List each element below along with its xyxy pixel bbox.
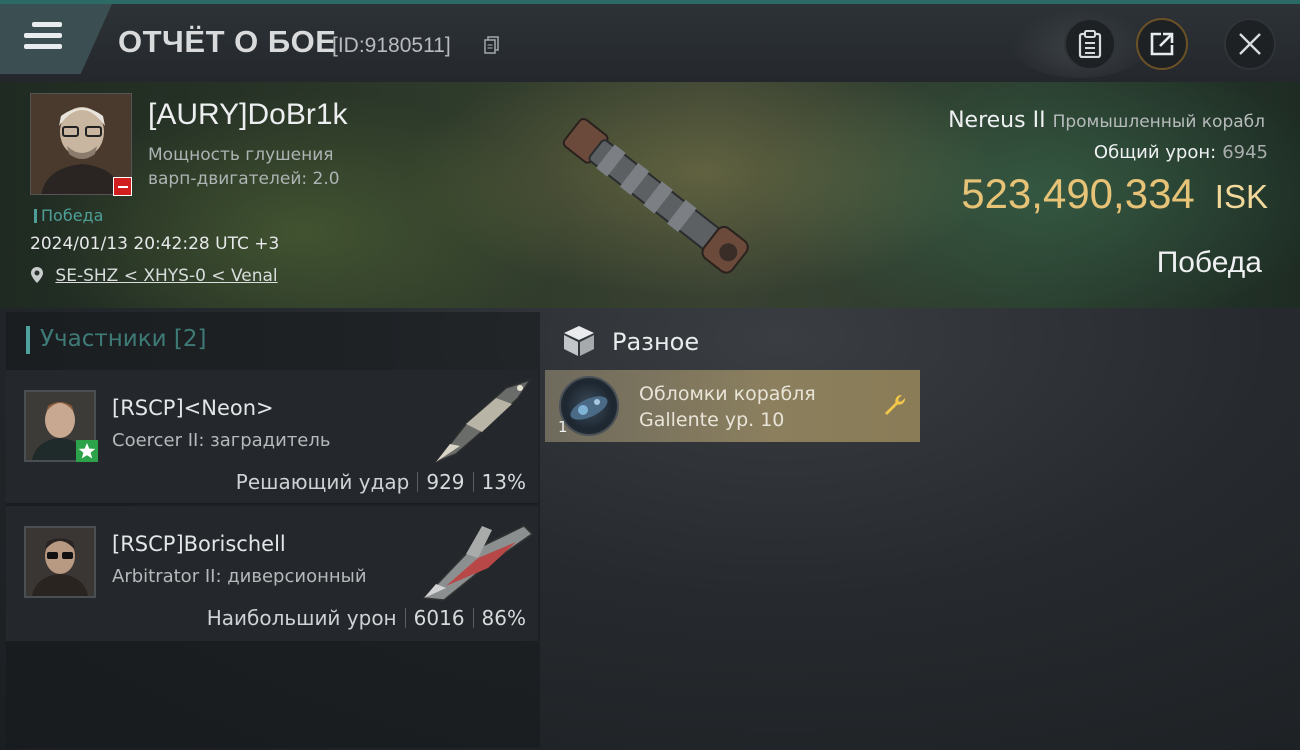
victim-name[interactable]: [AURY]DoBr1k [148,98,348,132]
ship-wreck-thumbnail [559,376,619,436]
isk-unit: ISK [1214,178,1268,215]
clipboard-button[interactable] [1064,18,1116,70]
participants-title: Участники [2] [40,326,207,352]
location-pin-icon [31,267,43,283]
participant-avatar[interactable] [24,526,96,598]
report-id: [ID:9180511] [332,34,451,57]
star-badge [76,440,98,462]
victim-result-label: Победа [34,206,103,225]
battle-datetime: 2024/01/13 20:42:28 UTC +3 [30,234,280,254]
loot-quantity: 1 [558,418,568,436]
battle-location: SE-SHZ < XHYS-0 < Venal [30,266,278,286]
separator [472,472,474,492]
participant-ship: Arbitrator II: диверсионный [112,566,367,587]
participant-card[interactable]: [RSCP]<Neon> Coercer II: заградитель Реш… [6,370,538,504]
victim-ship[interactable]: Nereus II Промышленный корабл [948,108,1265,133]
participants-header: Участники [2] [6,318,540,368]
star-icon [78,443,96,459]
share-export-icon [1150,32,1174,56]
separator [404,608,406,628]
victim-ship-class: Промышленный корабл [1052,112,1265,132]
separator [417,472,419,492]
participant-stats: Наибольший урон 6016 86% [207,606,526,630]
copy-icon[interactable] [484,36,500,54]
cube-icon [564,326,594,356]
location-link[interactable]: SE-SHZ < XHYS-0 < Venal [55,266,277,286]
isk-value: 523,490,334 ISK [961,170,1268,218]
clipboard-icon [1078,30,1102,58]
total-damage-value: 6945 [1222,142,1268,163]
nereus-ship-render [562,117,749,274]
separator [472,608,474,628]
participant-name[interactable]: [RSCP]Borischell [112,532,286,556]
participant-role: Наибольший урон [206,606,397,630]
header-bar: ОТЧЁТ О БОЕ [ID:9180511] [0,4,1300,82]
participant-damage: 929 [426,470,465,494]
total-damage: Общий урон: 6945 [1094,142,1268,163]
wreck-image [570,396,608,420]
victim-stat-line-2: варп-двигателей: 2.0 [148,169,340,189]
loot-subtitle: Gallente ур. 10 [639,409,785,431]
participant-role: Решающий удар [235,470,410,494]
loot-item[interactable]: 1 Обломки корабля Gallente ур. 10 [545,370,920,442]
share-button[interactable] [1136,18,1188,70]
isk-amount: 523,490,334 [961,170,1195,217]
coercer-ship-render [433,378,532,464]
victim-stat-line-1: Мощность глушения [148,145,334,165]
total-damage-label: Общий урон: [1093,142,1217,163]
negative-standing-badge [113,177,132,196]
misc-title: Разное [612,328,700,356]
participants-accent-bar [26,326,30,354]
page-title: ОТЧЁТ О БОЕ [118,24,337,59]
hamburger-menu-icon[interactable] [24,22,62,52]
victim-stat: Мощность глушения варп-двигателей: 2.0 [148,143,398,191]
wrench-icon[interactable] [882,392,908,418]
participant-card[interactable]: [RSCP]Borischell Arbitrator II: диверсио… [6,506,538,642]
battle-outcome: Победа [1156,246,1262,279]
participant-ship: Coercer II: заградитель [112,430,331,451]
close-icon [1239,33,1261,55]
participant-damage: 6016 [413,606,465,630]
participant-name[interactable]: [RSCP]<Neon> [112,396,274,420]
participant-stats: Решающий удар 929 13% [236,470,526,494]
participant-percent: 86% [481,606,526,630]
participant-percent: 13% [481,470,526,494]
arbitrator-ship-render [422,525,534,601]
close-button[interactable] [1224,18,1276,70]
participant-portrait [26,528,94,596]
loot-name: Обломки корабля [639,383,816,405]
victim-ship-name: Nereus II [948,108,1046,133]
